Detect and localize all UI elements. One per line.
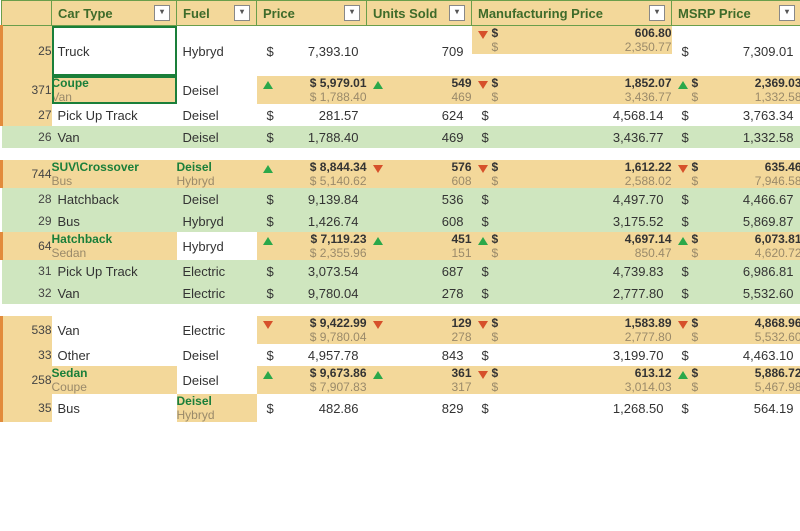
filter-icon[interactable]: ▾	[234, 5, 250, 21]
col-mfg[interactable]: Manufacturing Price▾	[472, 1, 672, 26]
col-msrp[interactable]: MSRP Price▾	[672, 1, 800, 26]
col-price[interactable]: Price▾	[257, 1, 367, 26]
down-arrow-icon	[478, 371, 488, 379]
table-row[interactable]: 32 VanElectric $9,780.04 278 $2,777.80 $…	[2, 282, 800, 304]
filter-icon[interactable]: ▾	[649, 5, 665, 21]
table-row[interactable]: 25 Truck Hybryd $7,393.10 709 $606.80 $2…	[2, 26, 800, 55]
down-arrow-icon	[478, 165, 488, 173]
col-car-type[interactable]: Car Type▾	[52, 1, 177, 26]
filter-icon[interactable]: ▾	[344, 5, 360, 21]
down-arrow-icon	[373, 165, 383, 173]
up-arrow-icon	[373, 371, 383, 379]
down-arrow-icon	[678, 321, 688, 329]
down-arrow-icon	[478, 31, 488, 39]
table-row[interactable]: 64 HatchbackSedan Hybryd $ 7,119.23$ 2,3…	[2, 232, 800, 260]
col-units[interactable]: Units Sold▾	[367, 1, 472, 26]
up-arrow-icon	[373, 237, 383, 245]
table-row[interactable]: 31 Pick Up TrackElectric $3,073.54 687 $…	[2, 260, 800, 282]
up-arrow-icon	[263, 81, 273, 89]
table-row[interactable]: 258 SedanCoupe Deisel $ 9,673.86$ 7,907.…	[2, 366, 800, 394]
down-arrow-icon	[263, 321, 273, 329]
up-arrow-icon	[678, 81, 688, 89]
up-arrow-icon	[373, 81, 383, 89]
up-arrow-icon	[263, 371, 273, 379]
table-row[interactable]: 744 SUV\CrossoverBus DeiselHybryd $ 8,84…	[2, 160, 800, 188]
filter-icon[interactable]: ▾	[779, 5, 795, 21]
col-fuel[interactable]: Fuel▾	[177, 1, 257, 26]
table-row[interactable]: 33 OtherDeisel $4,957.78 843 $3,199.70 $…	[2, 344, 800, 366]
table-row[interactable]: 371 CoupeVan Deisel $ 5,979.01$ 1,788.40…	[2, 76, 800, 104]
filter-icon[interactable]: ▾	[154, 5, 170, 21]
table-row[interactable]: 35 Bus DeiselHybryd $482.86 829 $1,268.5…	[2, 394, 800, 422]
up-arrow-icon	[478, 237, 488, 245]
up-arrow-icon	[678, 237, 688, 245]
table-row[interactable]: 538 Van Electric $ 9,422.99$ 9,780.04 12…	[2, 316, 800, 344]
up-arrow-icon	[263, 237, 273, 245]
up-arrow-icon	[678, 371, 688, 379]
up-arrow-icon	[263, 165, 273, 173]
filter-icon[interactable]: ▾	[449, 5, 465, 21]
down-arrow-icon	[478, 321, 488, 329]
data-grid: Car Type▾ Fuel▾ Price▾ Units Sold▾ Manuf…	[0, 0, 800, 422]
header-row: Car Type▾ Fuel▾ Price▾ Units Sold▾ Manuf…	[2, 1, 800, 26]
table-row[interactable]: 29 BusHybryd $1,426.74 608 $3,175.52 $5,…	[2, 210, 800, 232]
table-row[interactable]: 27 Pick Up Track Deisel $281.57 624 $4,5…	[2, 104, 800, 126]
down-arrow-icon	[373, 321, 383, 329]
down-arrow-icon	[478, 81, 488, 89]
table-row[interactable]: 28 HatchbackDeisel $9,139.84 536 $4,497.…	[2, 188, 800, 210]
table-row[interactable]: 26 Van Deisel $1,788.40 469 $3,436.77 $1…	[2, 126, 800, 148]
down-arrow-icon	[678, 165, 688, 173]
